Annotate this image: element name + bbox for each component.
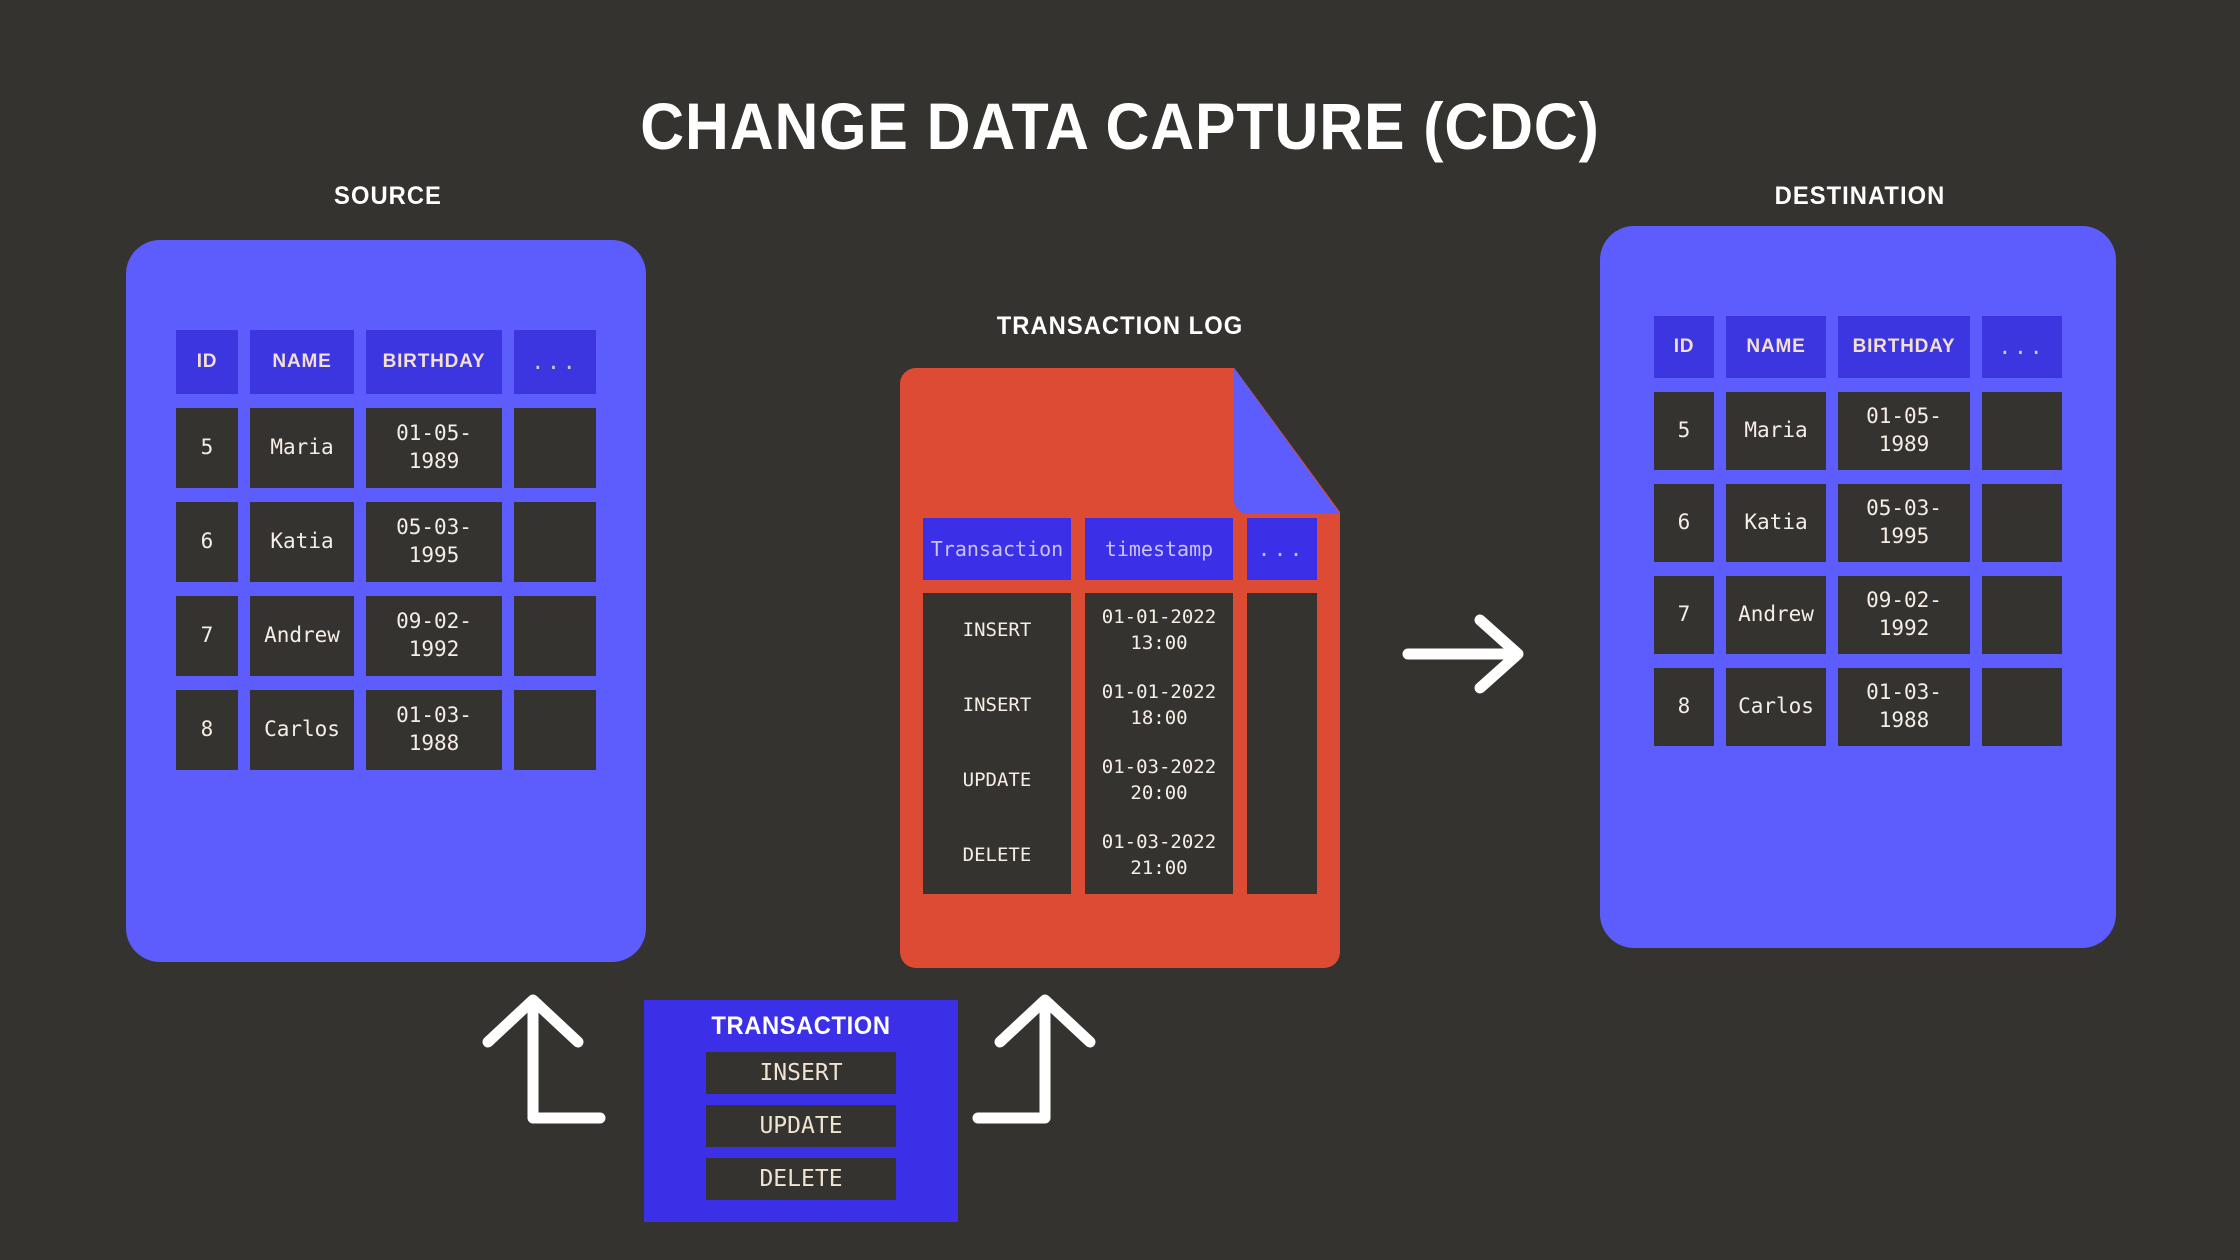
source-header-birthday: BIRTHDAY	[366, 330, 502, 394]
table-row-cell: 05-03- 1995	[1838, 484, 1970, 562]
source-caption: SOURCE	[334, 182, 442, 210]
cdc-diagram: CHANGE DATA CAPTURE (CDC) SOURCE ID NAME…	[0, 0, 2240, 1260]
table-row-cell: 6	[1654, 484, 1714, 562]
destination-header-name: NAME	[1726, 316, 1826, 378]
transaction-panel-title: TRANSACTION	[711, 1012, 891, 1040]
log-to-destination-arrow-icon	[1402, 614, 1524, 694]
source-table-body: 5 Maria 01-05- 1989 6 Katia 05-03- 1995 …	[148, 408, 624, 770]
table-row-cell	[1982, 576, 2062, 654]
table-row-cell: 5	[176, 408, 238, 488]
transaction-log-document: Transaction timestamp ... INSERT 01-01-2…	[900, 368, 1340, 968]
table-row-cell: 01-03- 1988	[366, 690, 502, 770]
table-row-cell: 8	[1654, 668, 1714, 746]
log-row-cell	[1247, 818, 1317, 894]
log-row-cell: 01-01-2022 18:00	[1085, 668, 1233, 744]
transaction-log-caption: TRANSACTION LOG	[996, 312, 1244, 340]
log-row-cell: DELETE	[923, 818, 1071, 894]
table-row-cell: 09-02- 1992	[1838, 576, 1970, 654]
log-header-timestamp: timestamp	[1085, 518, 1233, 580]
table-row-cell: Katia	[250, 502, 354, 582]
delete-button[interactable]: DELETE	[706, 1158, 896, 1200]
log-row-cell: 01-03-2022 20:00	[1085, 743, 1233, 819]
table-row-cell: Andrew	[250, 596, 354, 676]
destination-table-body: 5 Maria 01-05- 1989 6 Katia 05-03- 1995 …	[1622, 392, 2094, 746]
destination-header-more-icon: ...	[1982, 316, 2062, 378]
table-row-cell: 7	[176, 596, 238, 676]
table-row-cell: 5	[1654, 392, 1714, 470]
table-row-cell: Carlos	[1726, 668, 1826, 746]
transaction-to-log-arrow-icon	[972, 994, 1096, 1124]
log-row-cell: INSERT	[923, 668, 1071, 744]
table-row-cell	[1982, 484, 2062, 562]
table-row-cell: 09-02- 1992	[366, 596, 502, 676]
log-row-cell	[1247, 668, 1317, 744]
log-row-cell: INSERT	[923, 593, 1071, 669]
table-row-cell	[1982, 392, 2062, 470]
destination-header-id: ID	[1654, 316, 1714, 378]
source-to-transaction-arrow-icon	[482, 994, 606, 1124]
source-header-name: NAME	[250, 330, 354, 394]
log-row-cell: 01-01-2022 13:00	[1085, 593, 1233, 669]
destination-table-card: ID NAME BIRTHDAY ... 5 Maria 01-05- 1989…	[1600, 226, 2116, 948]
table-row-cell: Andrew	[1726, 576, 1826, 654]
transaction-panel: TRANSACTION INSERT UPDATE DELETE	[644, 1000, 958, 1222]
log-row-cell	[1247, 743, 1317, 819]
table-row-cell	[514, 408, 596, 488]
table-row-cell	[514, 596, 596, 676]
source-table-card: ID NAME BIRTHDAY ... 5 Maria 01-05- 1989…	[126, 240, 646, 962]
destination-table-header-row: ID NAME BIRTHDAY ...	[1622, 316, 2094, 378]
log-row-cell: 01-03-2022 21:00	[1085, 818, 1233, 894]
table-row-cell: 6	[176, 502, 238, 582]
table-row-cell: 7	[1654, 576, 1714, 654]
table-row-cell: Katia	[1726, 484, 1826, 562]
update-button[interactable]: UPDATE	[706, 1105, 896, 1147]
destination-header-birthday: BIRTHDAY	[1838, 316, 1970, 378]
source-header-more-icon: ...	[514, 330, 596, 394]
log-row-cell: UPDATE	[923, 743, 1071, 819]
table-row-cell: Maria	[250, 408, 354, 488]
table-row-cell	[514, 502, 596, 582]
log-row-cell	[1247, 593, 1317, 669]
transaction-log-table: Transaction timestamp ... INSERT 01-01-2…	[900, 518, 1340, 894]
table-row-cell: 01-03- 1988	[1838, 668, 1970, 746]
source-header-id: ID	[176, 330, 238, 394]
table-row-cell: Maria	[1726, 392, 1826, 470]
table-row-cell: 01-05- 1989	[366, 408, 502, 488]
table-row-cell: 01-05- 1989	[1838, 392, 1970, 470]
log-header-transaction: Transaction	[923, 518, 1071, 580]
table-row-cell: Carlos	[250, 690, 354, 770]
page-title: CHANGE DATA CAPTURE (CDC)	[640, 89, 1600, 163]
destination-caption: DESTINATION	[1774, 182, 1946, 210]
table-row-cell: 05-03- 1995	[366, 502, 502, 582]
insert-button[interactable]: INSERT	[706, 1052, 896, 1094]
table-row-cell	[514, 690, 596, 770]
log-header-more-icon: ...	[1247, 518, 1317, 580]
table-row-cell	[1982, 668, 2062, 746]
source-table-header-row: ID NAME BIRTHDAY ...	[148, 330, 624, 394]
table-row-cell: 8	[176, 690, 238, 770]
